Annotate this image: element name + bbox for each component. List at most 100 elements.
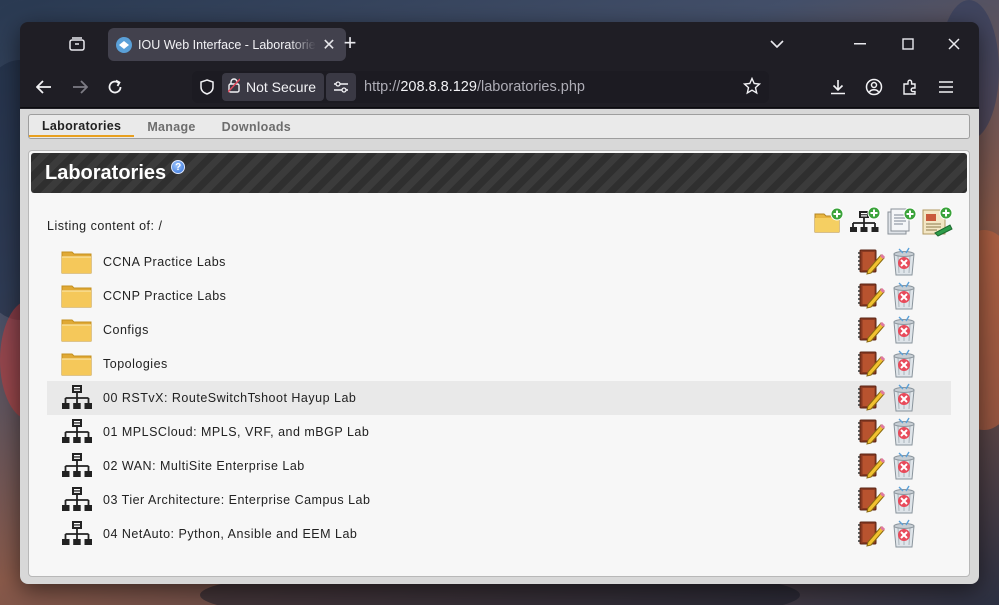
entry-name[interactable]: CCNA Practice Labs xyxy=(103,255,226,269)
navigation-bar: Not Secure http://208.8.8.129/laboratori… xyxy=(20,66,979,108)
edit-icon[interactable] xyxy=(857,247,886,277)
toolbar-actions xyxy=(813,205,953,237)
add-config-icon[interactable] xyxy=(885,205,917,237)
page-title: Laboratories xyxy=(45,161,167,184)
new-tab-icon[interactable]: + xyxy=(338,32,362,55)
back-icon[interactable] xyxy=(31,75,57,99)
panel-header: Laboratories ? xyxy=(31,153,967,193)
entry-name[interactable]: 03 Tier Architecture: Enterprise Campus … xyxy=(103,493,370,507)
delete-icon[interactable] xyxy=(889,485,919,515)
delete-icon[interactable] xyxy=(889,247,919,277)
edit-icon[interactable] xyxy=(857,349,886,379)
lab-row[interactable]: 02 WAN: MultiSite Enterprise Lab xyxy=(47,449,951,483)
folder-icon xyxy=(61,248,93,276)
entry-name[interactable]: 00 RSTvX: RouteSwitchTshoot Hayup Lab xyxy=(103,391,356,405)
delete-icon[interactable] xyxy=(889,315,919,345)
lab-topology-icon xyxy=(61,486,93,514)
menu-item-laboratories[interactable]: Laboratories xyxy=(29,119,135,137)
delete-icon[interactable] xyxy=(889,383,919,413)
delete-icon[interactable] xyxy=(889,417,919,447)
lab-topology-icon xyxy=(61,452,93,480)
folder-row[interactable]: CCNA Practice Labs xyxy=(47,245,951,279)
delete-icon[interactable] xyxy=(889,519,919,549)
extensions-icon[interactable] xyxy=(898,75,922,99)
delete-icon[interactable] xyxy=(889,451,919,481)
toolbar-icons xyxy=(826,75,958,99)
lab-row[interactable]: 04 NetAuto: Python, Ansible and EEM Lab xyxy=(47,517,951,551)
row-actions xyxy=(857,485,919,515)
entry-name[interactable]: CCNP Practice Labs xyxy=(103,289,226,303)
edit-icon[interactable] xyxy=(857,383,886,413)
site-security-indicator[interactable]: Not Secure xyxy=(222,73,325,101)
row-actions xyxy=(857,417,919,447)
row-actions xyxy=(857,451,919,481)
broken-lock-icon xyxy=(227,78,241,96)
edit-icon[interactable] xyxy=(857,451,886,481)
entry-name[interactable]: Configs xyxy=(103,323,149,337)
menu-item-manage[interactable]: Manage xyxy=(134,120,208,134)
tab-bar: IOU Web Interface - Laboratories ✕ + xyxy=(20,22,979,66)
row-actions xyxy=(857,315,919,345)
forward-icon[interactable] xyxy=(67,75,93,99)
url-text[interactable]: http://208.8.8.129/laboratories.php xyxy=(364,79,585,95)
row-actions xyxy=(857,247,919,277)
url-host: 208.8.8.129 xyxy=(400,79,477,95)
edit-icon[interactable] xyxy=(857,281,886,311)
entry-name[interactable]: 04 NetAuto: Python, Ansible and EEM Lab xyxy=(103,527,357,541)
maximize-icon[interactable] xyxy=(896,32,920,56)
account-icon[interactable] xyxy=(862,75,886,99)
add-folder-icon[interactable] xyxy=(813,205,845,237)
minimize-icon[interactable] xyxy=(848,32,872,56)
row-actions xyxy=(857,519,919,549)
delete-icon[interactable] xyxy=(889,281,919,311)
browser-window: IOU Web Interface - Laboratories ✕ + Not… xyxy=(20,22,979,584)
folder-row[interactable]: Configs xyxy=(47,313,951,347)
entry-name[interactable]: 02 WAN: MultiSite Enterprise Lab xyxy=(103,459,305,473)
entry-name[interactable]: Topologies xyxy=(103,357,168,371)
entry-name[interactable]: 01 MPLSCloud: MPLS, VRF, and mBGP Lab xyxy=(103,425,369,439)
entries-list: CCNA Practice Labs CCNP Practice Labs Co… xyxy=(47,245,951,551)
tab-title: IOU Web Interface - Laboratories xyxy=(138,37,316,52)
folder-row[interactable]: CCNP Practice Labs xyxy=(47,279,951,313)
edit-icon[interactable] xyxy=(857,485,886,515)
lab-row[interactable]: 01 MPLSCloud: MPLS, VRF, and mBGP Lab xyxy=(47,415,951,449)
address-bar[interactable]: Not Secure http://208.8.8.129/laboratori… xyxy=(192,71,769,103)
import-icon[interactable] xyxy=(921,205,953,237)
folder-icon xyxy=(61,316,93,344)
downloads-icon[interactable] xyxy=(826,75,850,99)
list-all-tabs-icon[interactable] xyxy=(770,35,784,53)
delete-icon[interactable] xyxy=(889,349,919,379)
menu-item-downloads[interactable]: Downloads xyxy=(209,120,304,134)
url-path: /laboratories.php xyxy=(476,79,585,95)
tab-close-icon[interactable]: ✕ xyxy=(320,36,338,54)
reload-icon[interactable] xyxy=(102,75,128,99)
edit-icon[interactable] xyxy=(857,417,886,447)
menu-hamburger-icon[interactable] xyxy=(934,75,958,99)
lab-row[interactable]: 00 RSTvX: RouteSwitchTshoot Hayup Lab xyxy=(47,381,951,415)
permissions-icon[interactable] xyxy=(326,73,357,101)
folder-row[interactable]: Topologies xyxy=(47,347,951,381)
bookmark-star-icon[interactable] xyxy=(742,76,762,100)
page-content: Laboratories Manage Downloads Laboratori… xyxy=(20,109,979,584)
iou-favicon-icon xyxy=(116,36,132,53)
laboratories-panel: Laboratories ? Listing content of: / CCN… xyxy=(28,150,970,577)
url-prefix: http:// xyxy=(364,79,401,95)
lab-topology-icon xyxy=(61,418,93,446)
edit-icon[interactable] xyxy=(857,519,886,549)
lab-topology-icon xyxy=(61,384,93,412)
close-window-icon[interactable] xyxy=(942,32,966,56)
listing-label: Listing content of: / xyxy=(47,219,163,233)
edit-icon[interactable] xyxy=(857,315,886,345)
row-actions xyxy=(857,281,919,311)
tab-active[interactable]: IOU Web Interface - Laboratories ✕ xyxy=(108,28,346,61)
folder-icon xyxy=(61,350,93,378)
help-icon[interactable]: ? xyxy=(171,160,186,174)
tab-manager-icon[interactable] xyxy=(66,34,88,54)
lab-topology-icon xyxy=(61,520,93,548)
tracking-protection-shield-icon[interactable] xyxy=(192,71,222,103)
add-lab-icon[interactable] xyxy=(849,205,881,237)
lab-row[interactable]: 03 Tier Architecture: Enterprise Campus … xyxy=(47,483,951,517)
not-secure-label: Not Secure xyxy=(246,79,317,95)
folder-icon xyxy=(61,282,93,310)
main-menu: Laboratories Manage Downloads xyxy=(28,114,970,139)
